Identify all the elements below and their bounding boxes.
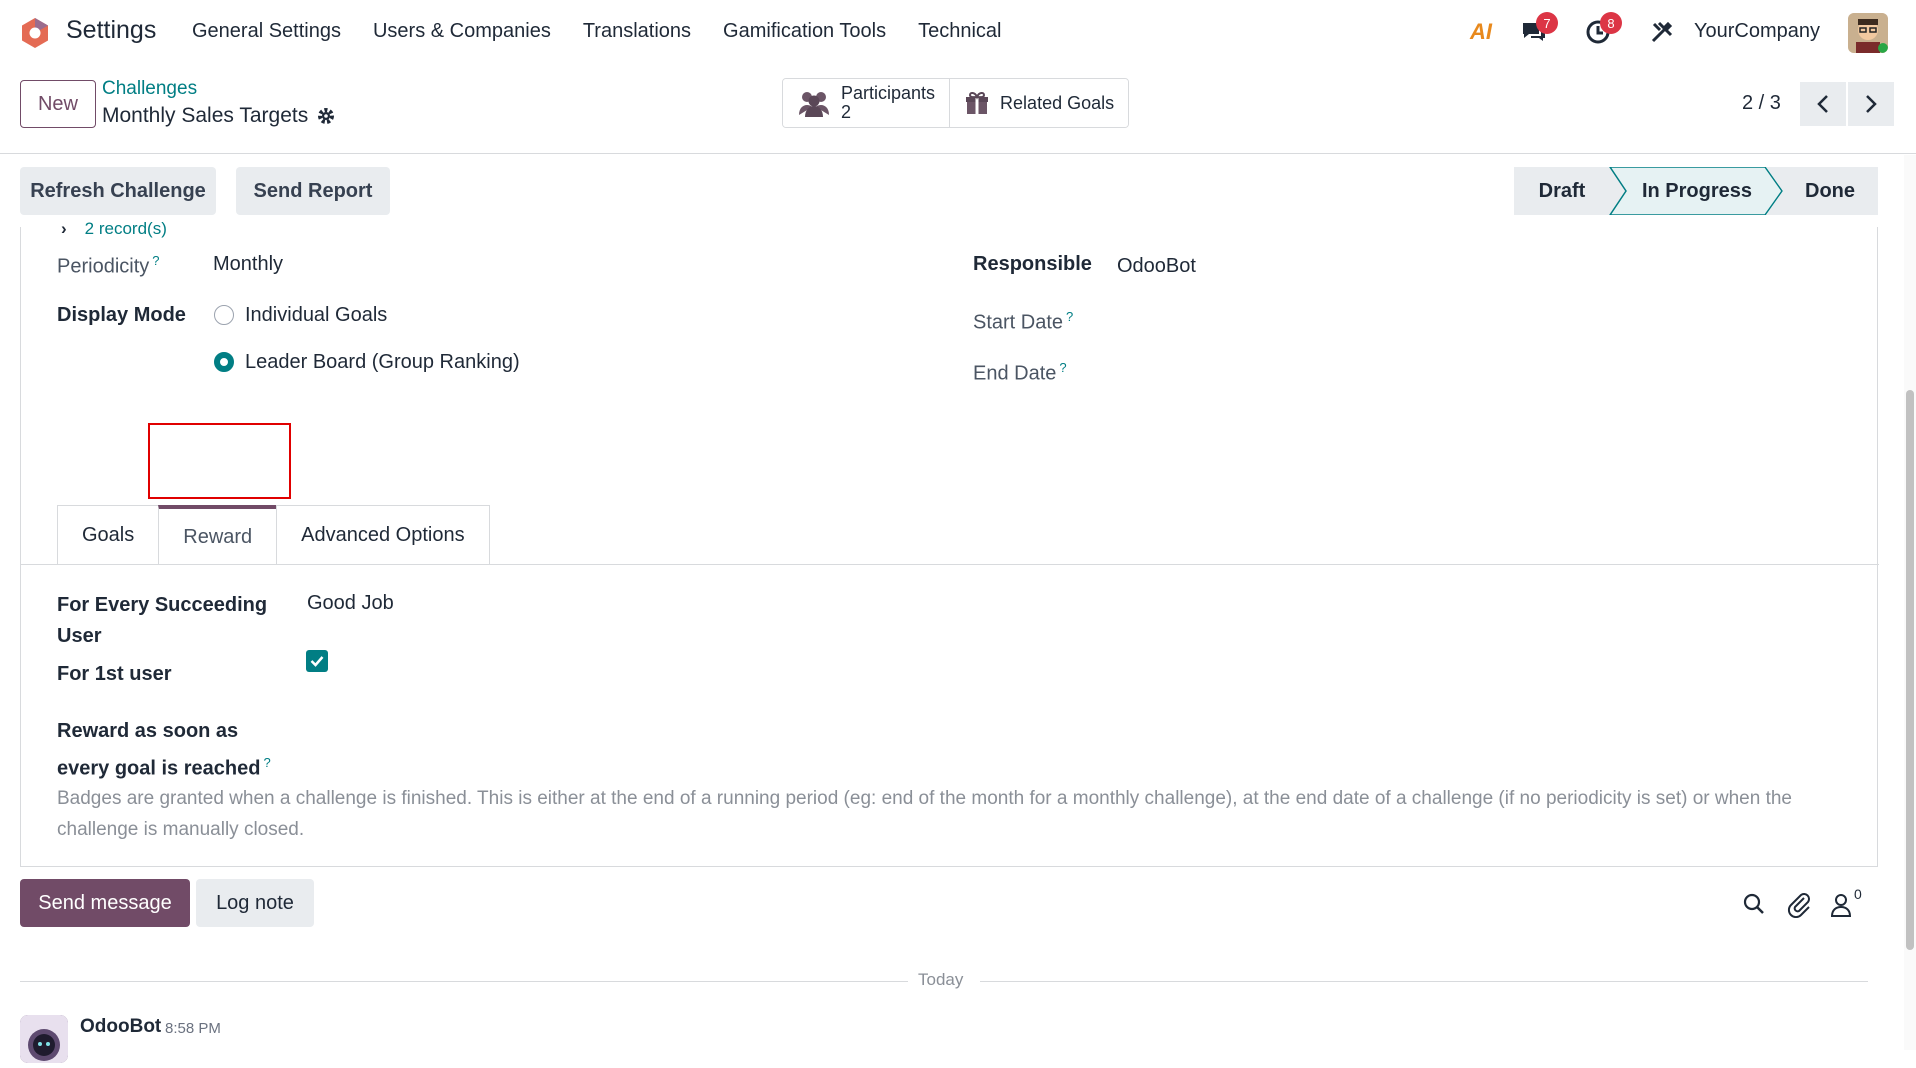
records-link-text: 2 record(s) bbox=[84, 219, 167, 238]
breadcrumb-challenges[interactable]: Challenges bbox=[102, 78, 197, 100]
today-separator: Today bbox=[918, 970, 964, 989]
tab-reward[interactable]: Reward bbox=[158, 505, 278, 565]
pager-value[interactable]: 2 / 3 bbox=[1742, 92, 1781, 115]
gear-icon[interactable] bbox=[316, 106, 336, 126]
followers-button[interactable]: 0 bbox=[1830, 886, 1870, 920]
message-time: 8:58 PM bbox=[165, 1020, 221, 1037]
ai-icon[interactable]: AI bbox=[1466, 14, 1496, 50]
menu-translations[interactable]: Translations bbox=[583, 20, 691, 43]
reward-asap-label: Reward as soon as every goal is reached? bbox=[57, 716, 287, 785]
messages-badge: 7 bbox=[1536, 12, 1558, 34]
radio-leader-board[interactable] bbox=[214, 352, 234, 372]
related-goals-button[interactable]: Related Goals bbox=[949, 79, 1129, 127]
refresh-challenge-button[interactable]: Refresh Challenge bbox=[20, 167, 216, 215]
stage-in-progress[interactable]: In Progress bbox=[1628, 167, 1766, 215]
responsible-label: Responsible bbox=[973, 253, 1092, 275]
check-icon bbox=[310, 656, 324, 667]
start-date-label: Start Date? bbox=[973, 309, 1073, 335]
form-sheet: › 2 record(s) Periodicity? Monthly Displa… bbox=[20, 219, 1879, 867]
log-note-button[interactable]: Log note bbox=[196, 879, 314, 927]
menu-users-companies[interactable]: Users & Companies bbox=[373, 20, 551, 43]
followers-count: 0 bbox=[1854, 886, 1862, 902]
help-icon[interactable]: ? bbox=[1066, 309, 1073, 324]
messages-icon[interactable]: 7 bbox=[1516, 12, 1558, 50]
notebook-tabs: Goals Reward Advanced Options bbox=[57, 505, 490, 565]
periodicity-value[interactable]: Monthly bbox=[213, 253, 283, 276]
reward-tab-highlight bbox=[148, 423, 291, 499]
chevron-right-icon bbox=[1866, 95, 1877, 113]
display-mode-label: Display Mode bbox=[57, 304, 186, 326]
stage-draft[interactable]: Draft bbox=[1514, 167, 1610, 215]
reward-asap-label-text: Reward as soon as every goal is reached bbox=[57, 720, 261, 780]
menu-general-settings[interactable]: General Settings bbox=[192, 20, 341, 43]
end-date-label: End Date? bbox=[973, 360, 1067, 386]
menu-technical[interactable]: Technical bbox=[918, 20, 1001, 43]
main-menu: General Settings Users & Companies Trans… bbox=[192, 20, 1033, 43]
reward-asap-checkbox[interactable] bbox=[306, 650, 328, 672]
every-user-value[interactable]: Good Job bbox=[307, 592, 394, 615]
paperclip-icon[interactable] bbox=[1786, 890, 1812, 918]
search-icon[interactable] bbox=[1742, 892, 1766, 916]
participants-label: Participants bbox=[841, 83, 936, 103]
company-switcher[interactable]: YourCompany bbox=[1694, 20, 1820, 43]
chevron-left-icon bbox=[1817, 95, 1828, 113]
responsible-value[interactable]: OdooBot bbox=[1117, 255, 1196, 278]
ai-label: AI bbox=[1470, 19, 1492, 44]
badges-help-text: Badges are granted when a challenge is f… bbox=[57, 788, 1793, 840]
new-button[interactable]: New bbox=[20, 80, 96, 128]
chevron-right-icon: › bbox=[61, 219, 67, 238]
participants-button[interactable]: Participants 2 bbox=[783, 79, 950, 127]
debug-tools-icon[interactable] bbox=[1644, 14, 1680, 50]
periodicity-label: Periodicity? bbox=[57, 253, 160, 279]
scrollbar-thumb[interactable] bbox=[1906, 390, 1914, 950]
start-date-label-text: Start Date bbox=[973, 311, 1064, 334]
user-avatar[interactable] bbox=[1848, 13, 1888, 53]
tab-goals[interactable]: Goals bbox=[57, 505, 160, 565]
users-icon bbox=[799, 92, 829, 117]
stage-done[interactable]: Done bbox=[1782, 167, 1878, 215]
participants-count: 2 bbox=[841, 102, 852, 122]
help-icon[interactable]: ? bbox=[1059, 360, 1066, 375]
gift-icon bbox=[966, 91, 989, 114]
menu-gamification-tools[interactable]: Gamification Tools bbox=[723, 20, 886, 43]
activities-badge: 8 bbox=[1600, 12, 1622, 34]
periodicity-label-text: Periodicity bbox=[57, 255, 150, 278]
end-date-label-text: End Date bbox=[973, 362, 1057, 385]
send-message-button[interactable]: Send message bbox=[20, 879, 190, 927]
today-divider-right bbox=[980, 981, 1868, 982]
radio-individual-goals[interactable] bbox=[214, 305, 234, 325]
radio-leader-board-label[interactable]: Leader Board (Group Ranking) bbox=[245, 351, 520, 374]
smart-buttons: Participants 2 Related Goals bbox=[782, 78, 1130, 128]
related-goals-label: Related Goals bbox=[1000, 92, 1115, 113]
record-title: Monthly Sales Targets bbox=[102, 104, 309, 127]
first-user-label: For 1st user bbox=[57, 663, 172, 685]
help-icon[interactable]: ? bbox=[152, 253, 159, 268]
tab-divider bbox=[21, 564, 1879, 565]
app-name[interactable]: Settings bbox=[66, 16, 156, 45]
user-icon bbox=[1830, 894, 1852, 917]
help-icon[interactable]: ? bbox=[263, 755, 270, 770]
message-author[interactable]: OdooBot bbox=[80, 1016, 161, 1038]
odoobot-avatar[interactable] bbox=[20, 1015, 68, 1063]
control-panel: New Challenges Monthly Sales Targets Par… bbox=[0, 64, 1916, 154]
radio-individual-goals-label[interactable]: Individual Goals bbox=[245, 304, 387, 327]
pager-previous-button[interactable] bbox=[1800, 82, 1846, 126]
pager-next-button[interactable] bbox=[1848, 82, 1894, 126]
tab-advanced-options[interactable]: Advanced Options bbox=[276, 505, 490, 565]
today-divider-left bbox=[20, 981, 908, 982]
every-user-label: For Every Succeeding User bbox=[57, 594, 268, 647]
activities-icon[interactable]: 8 bbox=[1580, 12, 1622, 50]
odoo-logo-icon[interactable] bbox=[20, 16, 50, 50]
send-report-button[interactable]: Send Report bbox=[236, 167, 390, 215]
top-navbar: Settings General Settings Users & Compan… bbox=[0, 0, 1916, 64]
breadcrumb-current: Monthly Sales Targets bbox=[102, 104, 336, 128]
form-statusbar: Refresh Challenge Send Report Draft In P… bbox=[20, 167, 1878, 215]
records-link[interactable]: › 2 record(s) bbox=[61, 219, 167, 239]
